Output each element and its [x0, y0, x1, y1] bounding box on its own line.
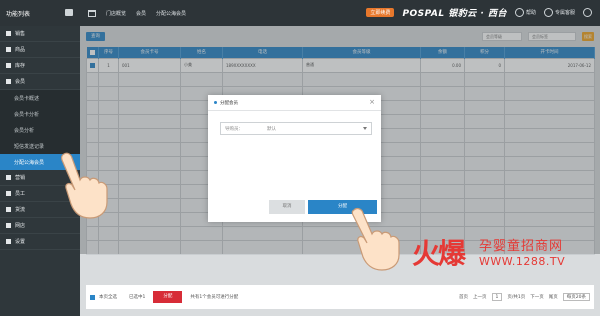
sidebar-item-webshop[interactable]: 网店 — [0, 218, 80, 234]
page-size-select[interactable]: 每页20条 — [562, 293, 590, 301]
selected-count: 已选中1 — [129, 295, 146, 300]
sidebar-subitem[interactable]: 会员卡分析 — [0, 106, 80, 122]
pointing-hand-icon — [351, 207, 400, 271]
dialog-title-dot-icon — [214, 101, 217, 104]
logistics-icon — [6, 207, 11, 212]
gear-icon[interactable] — [583, 8, 592, 17]
menu-collapse-icon[interactable] — [65, 9, 73, 16]
close-icon[interactable]: × — [369, 99, 375, 106]
sidebar-item-products[interactable]: 商品 — [0, 42, 80, 58]
watermark-brand: 火爆 — [412, 237, 466, 270]
pagination: 首页 上一页 1 页/共1页 下一页 尾页 每页20条 — [459, 293, 590, 301]
sidebar-item-sales[interactable]: 销售 — [0, 26, 80, 42]
assign-hint: 共有1个会员可进行分配 — [190, 295, 239, 300]
first-page-link[interactable]: 首页 — [459, 294, 468, 300]
products-icon — [6, 47, 11, 52]
last-page-link[interactable]: 尾页 — [549, 294, 558, 300]
marketing-icon — [6, 175, 11, 180]
sidebar-subitem[interactable]: 会员分析 — [0, 122, 80, 138]
breadcrumb-item[interactable]: 会员 — [136, 10, 146, 17]
chevron-down-icon — [363, 127, 367, 130]
breadcrumb: 门店概览 会员 分配公海会员 — [80, 9, 186, 17]
assign-button[interactable]: 分配 — [153, 291, 183, 303]
watermark-url: WWW.1288.TV — [479, 255, 566, 268]
top-right-tools: 立即续费 POSPAL 银豹云 · 西台 帮助 专属客服 — [366, 6, 594, 19]
sidebar-item-members[interactable]: 会员 — [0, 74, 80, 90]
next-page-link[interactable]: 下一页 — [530, 294, 544, 300]
page-number-input[interactable]: 1 — [491, 293, 503, 301]
watermark: 火爆 孕婴童招商网 WWW.1288.TV — [412, 232, 600, 272]
dialog-header: 分配会员 × — [208, 95, 381, 111]
assign-member-dialog: 分配会员 × 导购员： 默认 取消 分配 — [208, 95, 381, 222]
brand-logo: POSPAL 银豹云 · 西台 — [402, 9, 507, 19]
renew-badge[interactable]: 立即续费 — [366, 8, 395, 17]
pointing-hand-icon — [61, 152, 108, 219]
sales-icon — [6, 31, 11, 36]
headset-icon — [543, 8, 553, 17]
page-select-all-checkbox[interactable] — [90, 294, 95, 300]
webshop-icon — [6, 223, 11, 228]
dialog-title: 分配会员 — [220, 100, 238, 106]
salesperson-value: 默认 — [267, 126, 276, 132]
select-all-label: 本页全选 — [99, 295, 117, 300]
prev-page-link[interactable]: 上一页 — [473, 294, 487, 300]
cancel-button[interactable]: 取消 — [269, 200, 305, 214]
breadcrumb-item[interactable]: 分配公海会员 — [156, 10, 186, 17]
watermark-title: 孕婴童招商网 — [479, 239, 564, 254]
service-link[interactable]: 专属客服 — [543, 8, 575, 17]
salesperson-select[interactable]: 导购员： 默认 — [220, 122, 372, 135]
top-bar: 功能列表 门店概览 会员 分配公海会员 立即续费 POSPAL 银豹云 · 西台… — [0, 0, 600, 26]
settings-icon — [6, 239, 11, 244]
salesperson-label: 导购员： — [225, 126, 243, 132]
breadcrumb-item[interactable]: 门店概览 — [106, 10, 126, 17]
help-link[interactable]: 帮助 — [514, 8, 536, 17]
sidebar-item-settings[interactable]: 设置 — [0, 234, 80, 250]
page-total: 页/共1页 — [507, 295, 526, 300]
sidebar-item-inventory[interactable]: 库存 — [0, 58, 80, 74]
inventory-icon — [6, 63, 11, 68]
staff-icon — [6, 191, 11, 196]
members-icon — [6, 79, 11, 84]
sidebar-subitem[interactable]: 会员卡概述 — [0, 90, 80, 106]
help-icon — [514, 8, 524, 17]
home-icon[interactable] — [88, 9, 96, 17]
table-footer: 本页全选 已选中1 分配 共有1个会员可进行分配 首页 上一页 1 页/共1页 … — [86, 285, 594, 309]
